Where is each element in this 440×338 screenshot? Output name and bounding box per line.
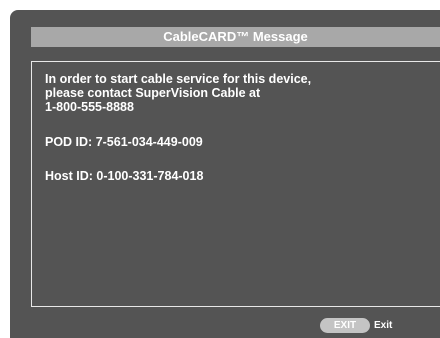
exit-button[interactable]: EXIT (320, 318, 370, 333)
dialog-title: CableCARD™ Message (31, 27, 440, 47)
message-line-1: In order to start cable service for this… (45, 72, 312, 86)
message-line-3: 1-800-555-8888 (45, 100, 134, 114)
message-panel: In order to start cable service for this… (31, 61, 440, 307)
exit-hint-label: Exit (374, 320, 393, 331)
cablecard-message-screen: CableCARD™ Message In order to start cab… (10, 10, 440, 338)
message-line-2: please contact SuperVision Cable at (45, 86, 261, 100)
host-id: Host ID: 0-100-331-784-018 (45, 169, 204, 183)
pod-id: POD ID: 7-561-034-449-009 (45, 135, 203, 149)
